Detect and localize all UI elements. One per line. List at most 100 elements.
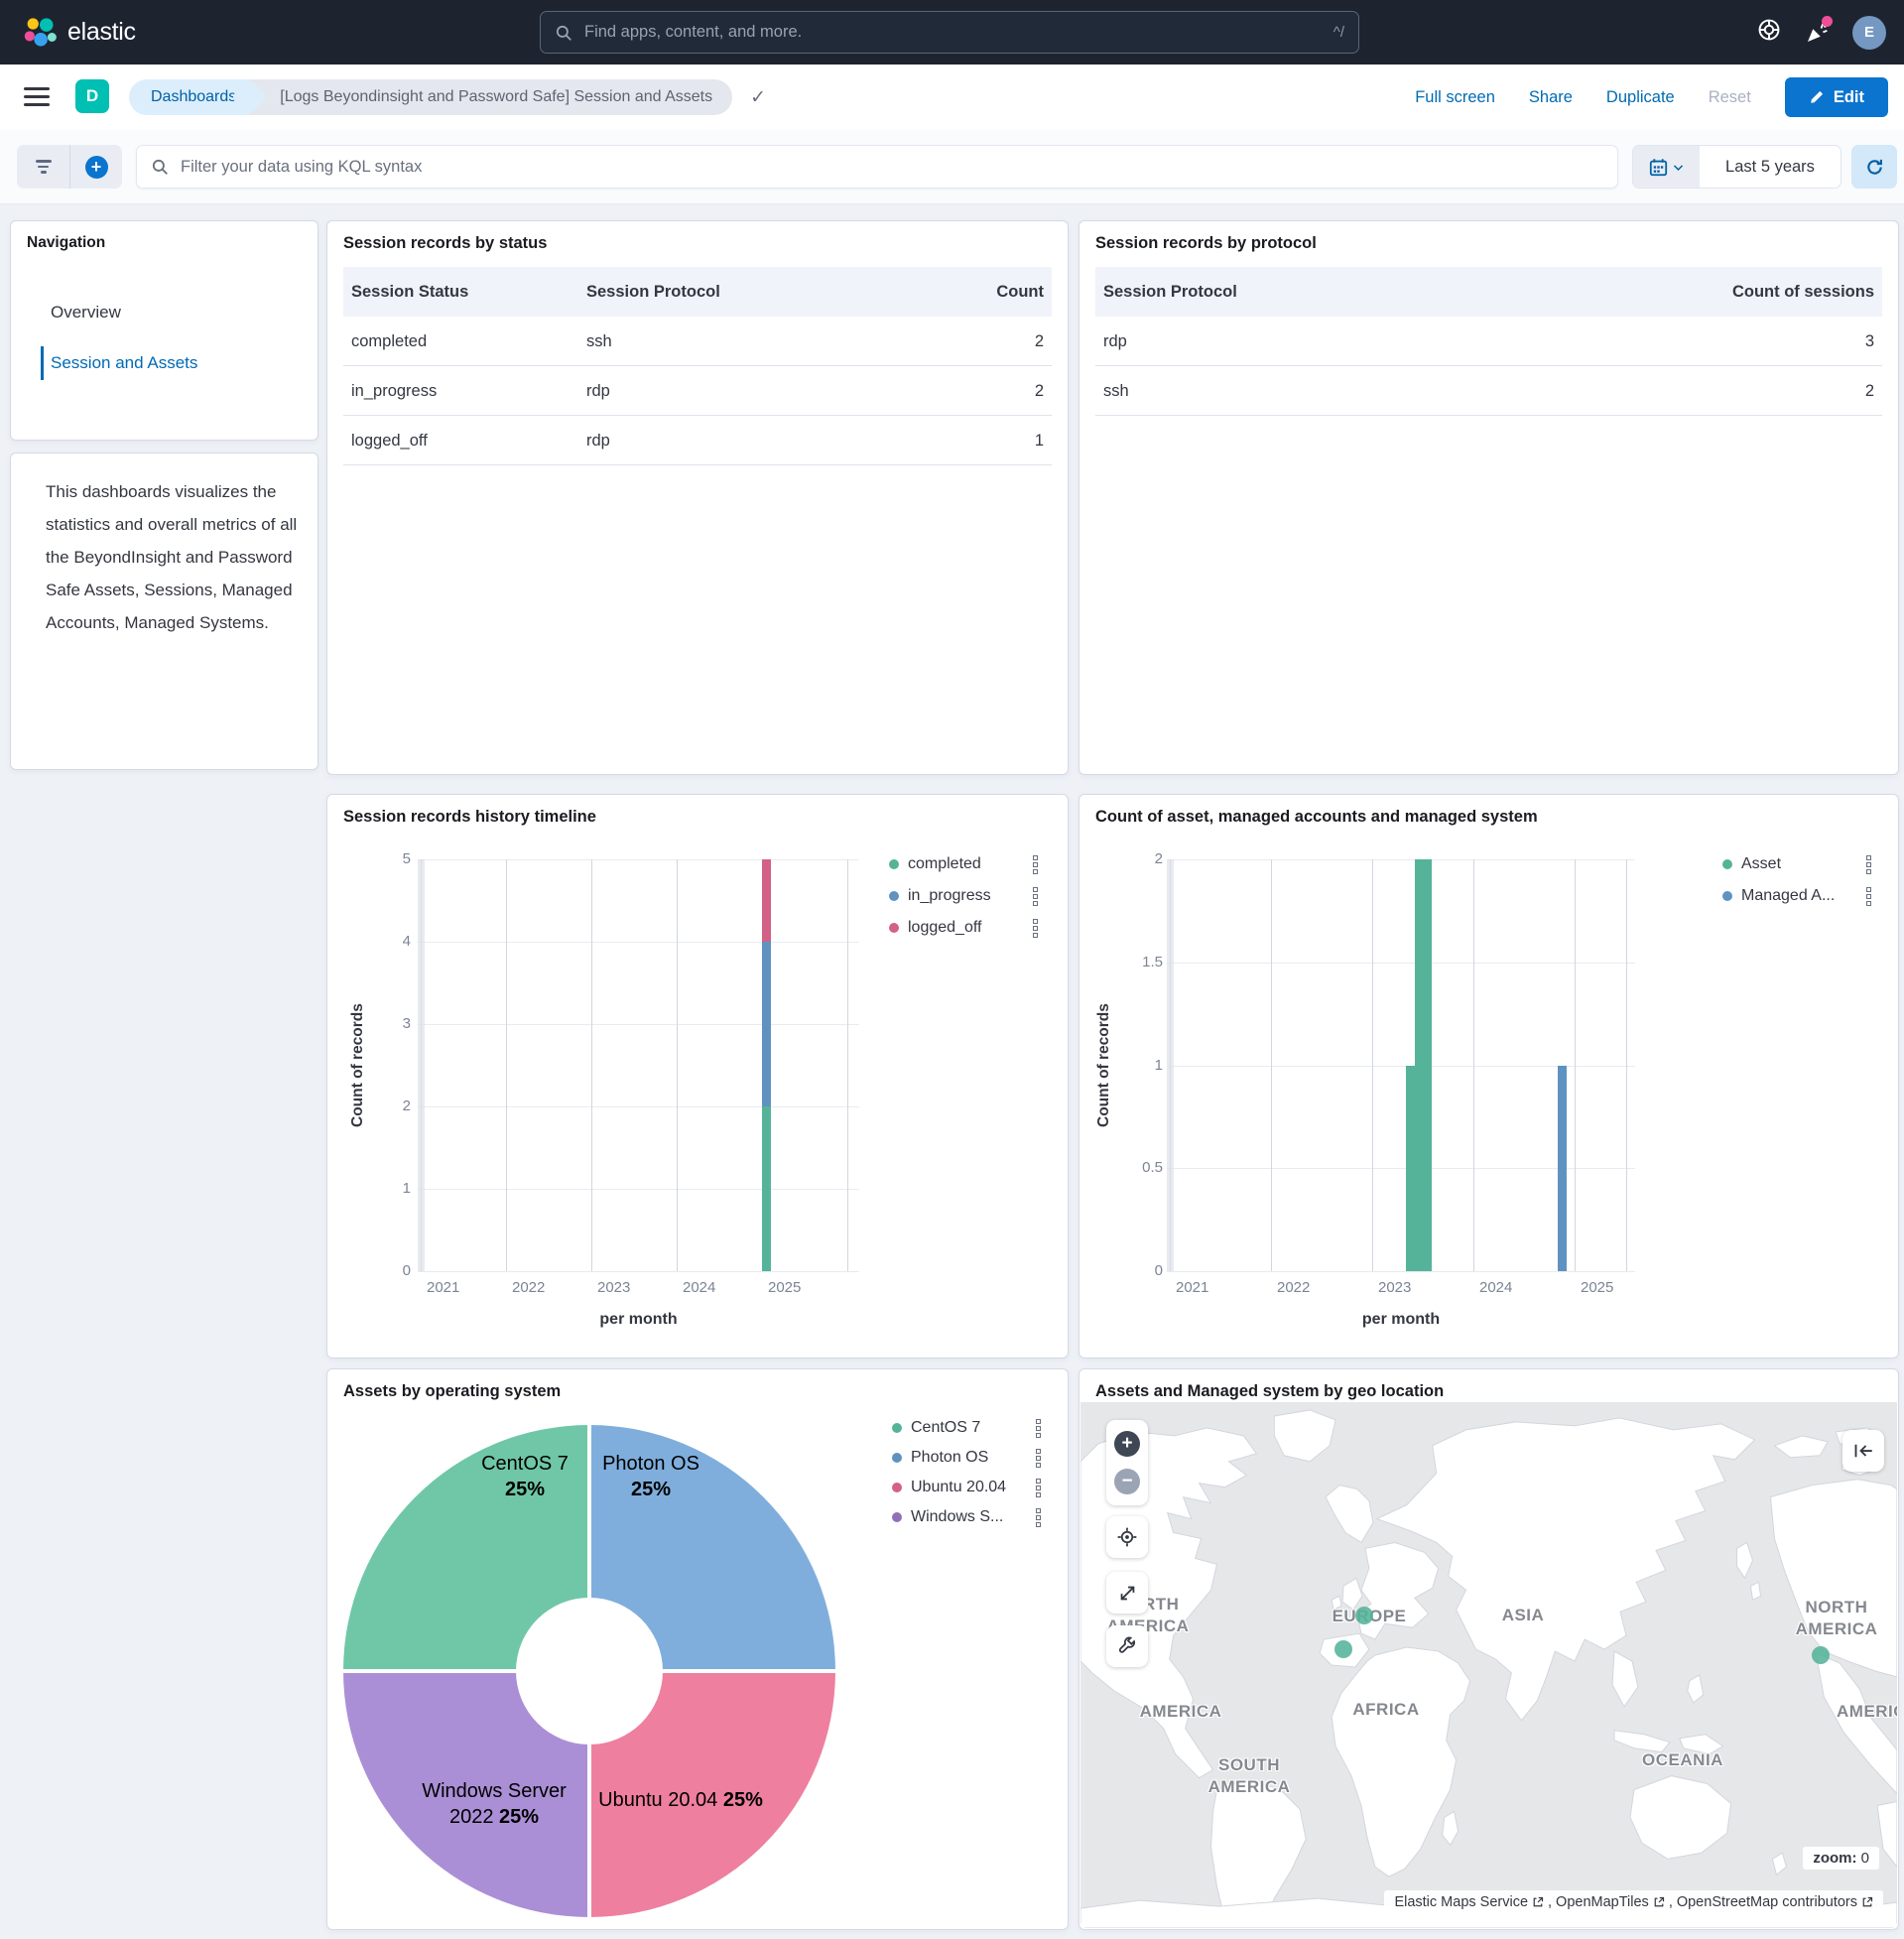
time-range-value[interactable]: Last 5 years	[1700, 146, 1841, 188]
duplicate-button[interactable]: Duplicate	[1606, 88, 1675, 107]
legend-item-managed-accounts[interactable]: Managed A...	[1722, 886, 1871, 906]
legend-actions-icon[interactable]	[1033, 855, 1038, 874]
geo-point[interactable]	[1334, 1640, 1352, 1658]
cell-session-status: in_progress	[351, 366, 437, 416]
whats-new-icon[interactable]	[1805, 21, 1829, 45]
x-axis-tick-label: 2023	[1378, 1279, 1411, 1296]
legend-item-logged-off[interactable]: logged_off	[889, 918, 1038, 938]
top-bar: elastic ^/	[0, 0, 1904, 65]
bar-Managed A...[interactable]	[1558, 1066, 1567, 1272]
legend-item-centos[interactable]: CentOS 7	[892, 1418, 1041, 1438]
y-axis-tick-label: 2	[1117, 850, 1163, 868]
attribution-link[interactable]: Elastic Maps Service	[1394, 1894, 1528, 1910]
legend-item-asset[interactable]: Asset	[1722, 854, 1871, 874]
set-view-crosshair-button[interactable]	[1106, 1516, 1148, 1558]
world-map-basemap	[1080, 1402, 1897, 1928]
collapse-legend-button[interactable]	[1842, 1430, 1884, 1472]
refresh-button[interactable]	[1851, 145, 1897, 189]
date-quick-select-button[interactable]	[1633, 146, 1700, 188]
x-axis-tick-label: 2021	[427, 1279, 459, 1296]
geo-point[interactable]	[1812, 1646, 1830, 1664]
share-button[interactable]: Share	[1529, 88, 1573, 107]
legend-dot	[889, 891, 899, 901]
zoom-out-button[interactable]: −	[1114, 1469, 1140, 1494]
grid-line-vertical	[847, 859, 848, 1271]
kql-query-bar[interactable]	[136, 145, 1618, 189]
kql-query-input[interactable]	[179, 157, 1603, 178]
os-donut-panel: Assets by operating system CentOS 725% P…	[326, 1368, 1069, 1930]
user-avatar[interactable]: E	[1852, 16, 1886, 50]
column-header[interactable]: Count	[996, 267, 1044, 317]
help-icon[interactable]	[1757, 18, 1781, 47]
legend-item-completed[interactable]: completed	[889, 854, 1038, 874]
reset-button[interactable]: Reset	[1709, 88, 1751, 107]
legend-actions-icon[interactable]	[1036, 1479, 1041, 1497]
expand-arrows-icon	[1118, 1584, 1137, 1603]
y-axis-tick-label: 2	[365, 1098, 411, 1115]
column-header[interactable]: Count of sessions	[1732, 267, 1874, 317]
legend-actions-icon[interactable]	[1866, 855, 1871, 874]
legend-item-windows[interactable]: Windows S...	[892, 1507, 1041, 1527]
attribution-link[interactable]: OpenStreetMap contributors	[1677, 1894, 1857, 1910]
panel-title: Assets and Managed system by geo locatio…	[1095, 1382, 1444, 1401]
bar-Asset[interactable]	[1423, 859, 1432, 1271]
legend-item-ubuntu[interactable]: Ubuntu 20.04	[892, 1478, 1041, 1497]
saved-check-icon[interactable]: ✓	[750, 86, 766, 109]
x-axis-tick-label: 2022	[1277, 1279, 1310, 1296]
add-filter-button[interactable]: +	[69, 145, 122, 189]
asset-count-chart: 00.511.5220212022202320242025	[1079, 795, 1898, 1357]
cell-count: 2	[1035, 366, 1044, 416]
geo-point[interactable]	[1355, 1607, 1373, 1624]
legend-item-in-progress[interactable]: in_progress	[889, 886, 1038, 906]
elastic-logo[interactable]: elastic	[22, 15, 136, 51]
breadcrumb-current[interactable]: [Logs Beyondinsight and Password Safe] S…	[250, 79, 732, 115]
global-search[interactable]: ^/	[540, 11, 1359, 54]
grid-line-horizontal	[1167, 963, 1635, 964]
map-label-asia: ASIA	[1463, 1605, 1583, 1626]
filter-options-button[interactable]	[17, 145, 69, 189]
navigation-panel-title: Navigation	[27, 234, 105, 252]
zoom-in-button[interactable]: +	[1114, 1431, 1140, 1457]
table-row: completed ssh 2	[343, 317, 1052, 366]
legend-label: Ubuntu 20.04	[911, 1479, 1027, 1496]
sidebar-item-overview[interactable]: Overview	[51, 303, 121, 323]
timeline-chart: 01234520212022202320242025	[327, 795, 1068, 1357]
full-screen-button[interactable]: Full screen	[1415, 88, 1495, 107]
external-link-icon	[1861, 1896, 1873, 1908]
menu-hamburger-icon[interactable]	[24, 87, 50, 106]
legend-actions-icon[interactable]	[1036, 1419, 1041, 1438]
map-zoom-controls: + −	[1106, 1420, 1148, 1505]
bar-completed[interactable]	[762, 1106, 771, 1271]
legend-actions-icon[interactable]	[1033, 919, 1038, 938]
legend-actions-icon[interactable]	[1866, 887, 1871, 906]
arrow-to-bar-icon	[1853, 1441, 1873, 1461]
space-badge[interactable]: D	[75, 79, 109, 113]
column-header[interactable]: Session Status	[351, 267, 468, 317]
bar-logged_off[interactable]	[762, 859, 771, 942]
sidebar-item-session-and-assets[interactable]: Session and Assets	[51, 353, 197, 373]
global-search-input[interactable]	[582, 22, 1333, 43]
grid-line-horizontal	[418, 1189, 859, 1190]
column-header[interactable]: Session Protocol	[1103, 267, 1237, 317]
legend-actions-icon[interactable]	[1036, 1449, 1041, 1468]
fit-to-bounds-button[interactable]	[1106, 1572, 1148, 1614]
bar-in_progress[interactable]	[762, 942, 771, 1106]
legend-item-photon[interactable]: Photon OS	[892, 1448, 1041, 1468]
map-tools-button[interactable]	[1106, 1625, 1148, 1667]
world-map[interactable]: NORTHAMERICA AMERICA SOUTHAMERICA EUROPE…	[1080, 1402, 1897, 1928]
navigation-panel: Navigation Overview Session and Assets	[10, 220, 318, 441]
legend-dot	[889, 859, 899, 869]
cell-session-status: completed	[351, 317, 427, 366]
legend-actions-icon[interactable]	[1033, 887, 1038, 906]
crosshair-icon	[1117, 1527, 1137, 1547]
grid-line-horizontal	[418, 1106, 859, 1107]
legend-actions-icon[interactable]	[1036, 1508, 1041, 1527]
refresh-icon	[1865, 158, 1884, 177]
x-axis-tick-label: 2023	[597, 1279, 630, 1296]
attribution-link[interactable]: OpenMapTiles	[1556, 1894, 1649, 1910]
edit-button[interactable]: Edit	[1785, 77, 1888, 117]
y-axis-tick-label: 1	[365, 1180, 411, 1198]
grid-line-vertical	[1473, 859, 1474, 1271]
breadcrumb-dashboards[interactable]: Dashboards	[129, 79, 250, 115]
column-header[interactable]: Session Protocol	[586, 267, 720, 317]
